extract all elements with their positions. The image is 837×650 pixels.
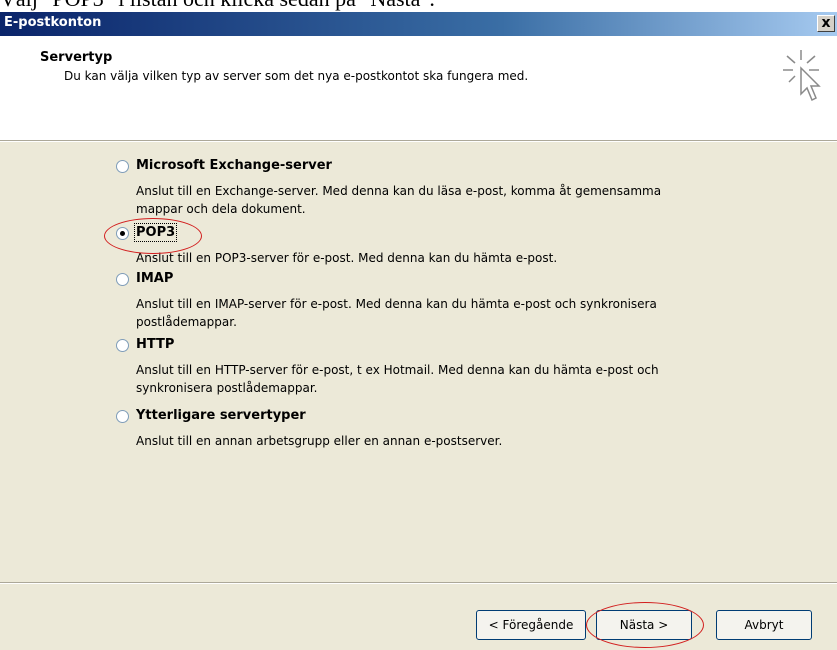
option-imap-desc: Anslut till en IMAP-server för e-post. M… [136, 297, 657, 329]
back-button[interactable]: < Föregående [476, 610, 586, 640]
radio-imap[interactable] [116, 273, 129, 286]
page-title: Servertyp [40, 50, 113, 65]
radio-exchange[interactable] [116, 160, 129, 173]
cancel-button[interactable]: Avbryt [716, 610, 812, 640]
pop3-highlight-annotation [104, 218, 202, 254]
option-http-label[interactable]: HTTP [136, 337, 174, 352]
radio-http[interactable] [116, 339, 129, 352]
option-imap-label[interactable]: IMAP [136, 271, 173, 286]
option-http-desc: Anslut till en HTTP-server för e-post, t… [136, 363, 659, 395]
wizard-cursor-icon [783, 50, 821, 102]
option-other-label[interactable]: Ytterligare servertyper [136, 408, 306, 423]
option-exchange-label[interactable]: Microsoft Exchange-server [136, 158, 332, 173]
title-bar: E-postkonton x [0, 12, 837, 36]
window-title: E-postkonton [4, 15, 102, 30]
close-button[interactable]: x [817, 15, 835, 32]
header-divider [0, 140, 837, 142]
option-other-desc: Anslut till en annan arbetsgrupp eller e… [136, 434, 503, 448]
option-pop3-desc: Anslut till en POP3-server för e-post. M… [136, 251, 558, 265]
footer-divider [0, 582, 837, 584]
option-exchange-desc: Anslut till en Exchange-server. Med denn… [136, 184, 662, 216]
instruction-caption: Välj "POP3" i listan och klicka sedan på… [0, 0, 837, 12]
radio-other[interactable] [116, 410, 129, 423]
dialog-window: E-postkonton x Servertyp Du kan välja vi… [0, 12, 837, 650]
next-highlight-annotation [586, 602, 704, 648]
page-subtitle: Du kan välja vilken typ av server som de… [64, 69, 529, 83]
wizard-header: Servertyp Du kan välja vilken typ av ser… [0, 36, 837, 140]
